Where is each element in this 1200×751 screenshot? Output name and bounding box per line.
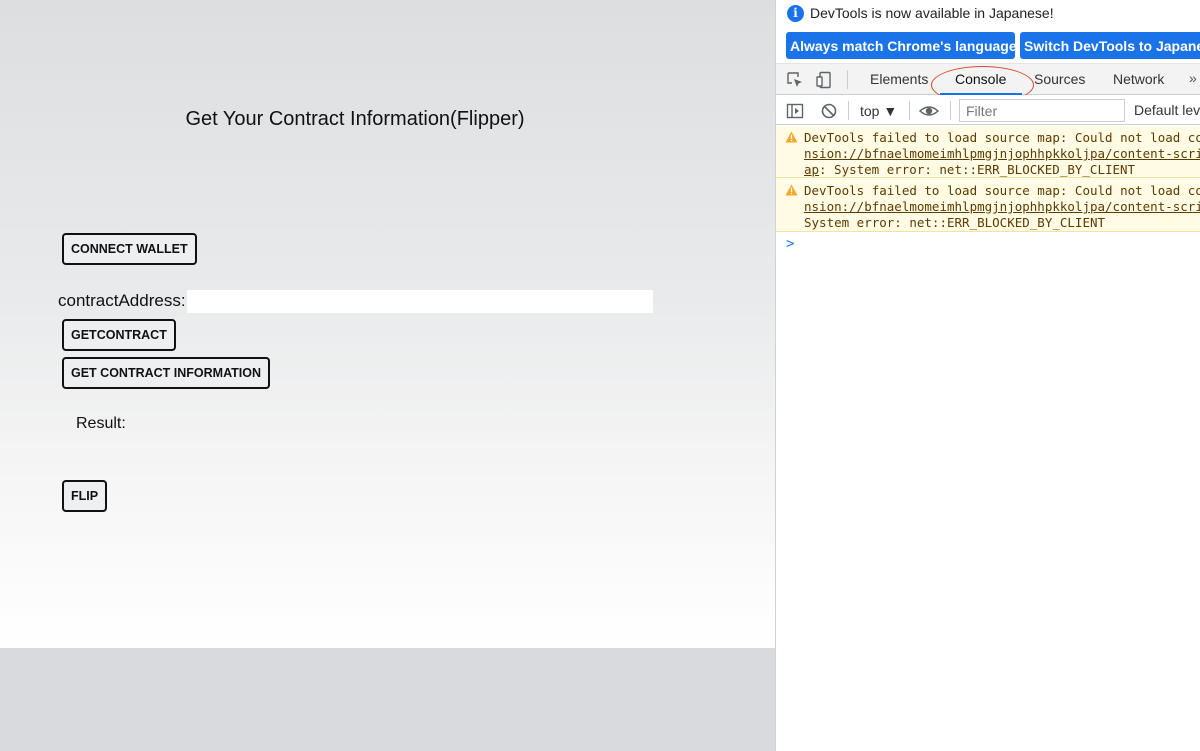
get-contract-information-button[interactable]: GET CONTRACT INFORMATION bbox=[62, 357, 271, 389]
warning-error-text: : System error: net::ERR_BLOCKED_BY_CLIE… bbox=[819, 162, 1136, 177]
console-prompt[interactable]: > bbox=[786, 236, 794, 252]
console-warning: DevTools failed to load source map: Coul… bbox=[776, 179, 1200, 232]
clear-console-icon[interactable] bbox=[820, 102, 838, 120]
always-match-language-button[interactable]: Always match Chrome's language bbox=[786, 32, 1017, 59]
web-page: Get Your Contract Information(Flipper) C… bbox=[0, 0, 775, 648]
context-selector[interactable]: top ▼ bbox=[860, 103, 897, 119]
warning-text: DevTools failed to load source map: Coul… bbox=[804, 183, 1200, 198]
toolbar-separator bbox=[847, 70, 848, 89]
devtools-panel: i DevTools is now available in Japanese!… bbox=[775, 0, 1200, 751]
tab-sources[interactable]: Sources bbox=[1034, 71, 1085, 87]
toolbar-separator bbox=[848, 101, 849, 120]
device-toolbar-icon[interactable] bbox=[816, 71, 834, 89]
devtools-tabbar: Elements Console Sources Network » bbox=[776, 63, 1200, 104]
flip-button[interactable]: FLIP bbox=[62, 480, 108, 512]
warning-error-text: System error: net::ERR_BLOCKED_BY_CLIENT bbox=[804, 215, 1106, 230]
toolbar-separator bbox=[950, 101, 951, 120]
contract-address-input[interactable] bbox=[187, 290, 653, 313]
getcontract-button[interactable]: GETCONTRACT bbox=[62, 319, 176, 351]
warning-icon bbox=[785, 184, 798, 196]
source-map-link[interactable]: nsion://bfnaelmomeimhlpmgjnjophhpkkoljpa… bbox=[804, 146, 1200, 161]
notice-text: DevTools is now available in Japanese! bbox=[810, 5, 1054, 21]
result-label: Result: bbox=[76, 415, 126, 432]
warning-text: DevTools failed to load source map: Coul… bbox=[804, 130, 1200, 145]
console-toolbar: top ▼ Default levels bbox=[776, 95, 1200, 125]
tab-elements[interactable]: Elements bbox=[870, 71, 928, 87]
page-title: Get Your Contract Information(Flipper) bbox=[185, 108, 525, 130]
sidebar-toggle-icon[interactable] bbox=[786, 102, 804, 120]
log-levels-dropdown[interactable]: Default levels bbox=[1134, 102, 1200, 118]
source-map-link-end[interactable]: ap bbox=[804, 162, 819, 177]
live-expression-eye-icon[interactable] bbox=[919, 102, 939, 120]
info-icon: i bbox=[787, 5, 804, 22]
connect-wallet-button[interactable]: CONNECT WALLET bbox=[62, 233, 197, 265]
source-map-link[interactable]: nsion://bfnaelmomeimhlpmgjnjophhpkkoljpa… bbox=[804, 199, 1200, 214]
console-warning: DevTools failed to load source map: Coul… bbox=[776, 126, 1200, 178]
warning-icon bbox=[785, 131, 798, 143]
language-notice: i DevTools is now available in Japanese! bbox=[776, 0, 1200, 28]
inspect-element-icon[interactable] bbox=[786, 71, 804, 89]
tab-network[interactable]: Network bbox=[1113, 71, 1164, 87]
more-tabs-icon[interactable]: » bbox=[1189, 70, 1197, 86]
switch-to-japanese-button[interactable]: Switch DevTools to Japanese bbox=[1020, 32, 1200, 59]
console-filter-input[interactable] bbox=[959, 99, 1125, 122]
page-bottom-area bbox=[0, 648, 775, 751]
contract-address-label: contractAddress: bbox=[58, 291, 186, 310]
toolbar-separator bbox=[909, 101, 910, 120]
